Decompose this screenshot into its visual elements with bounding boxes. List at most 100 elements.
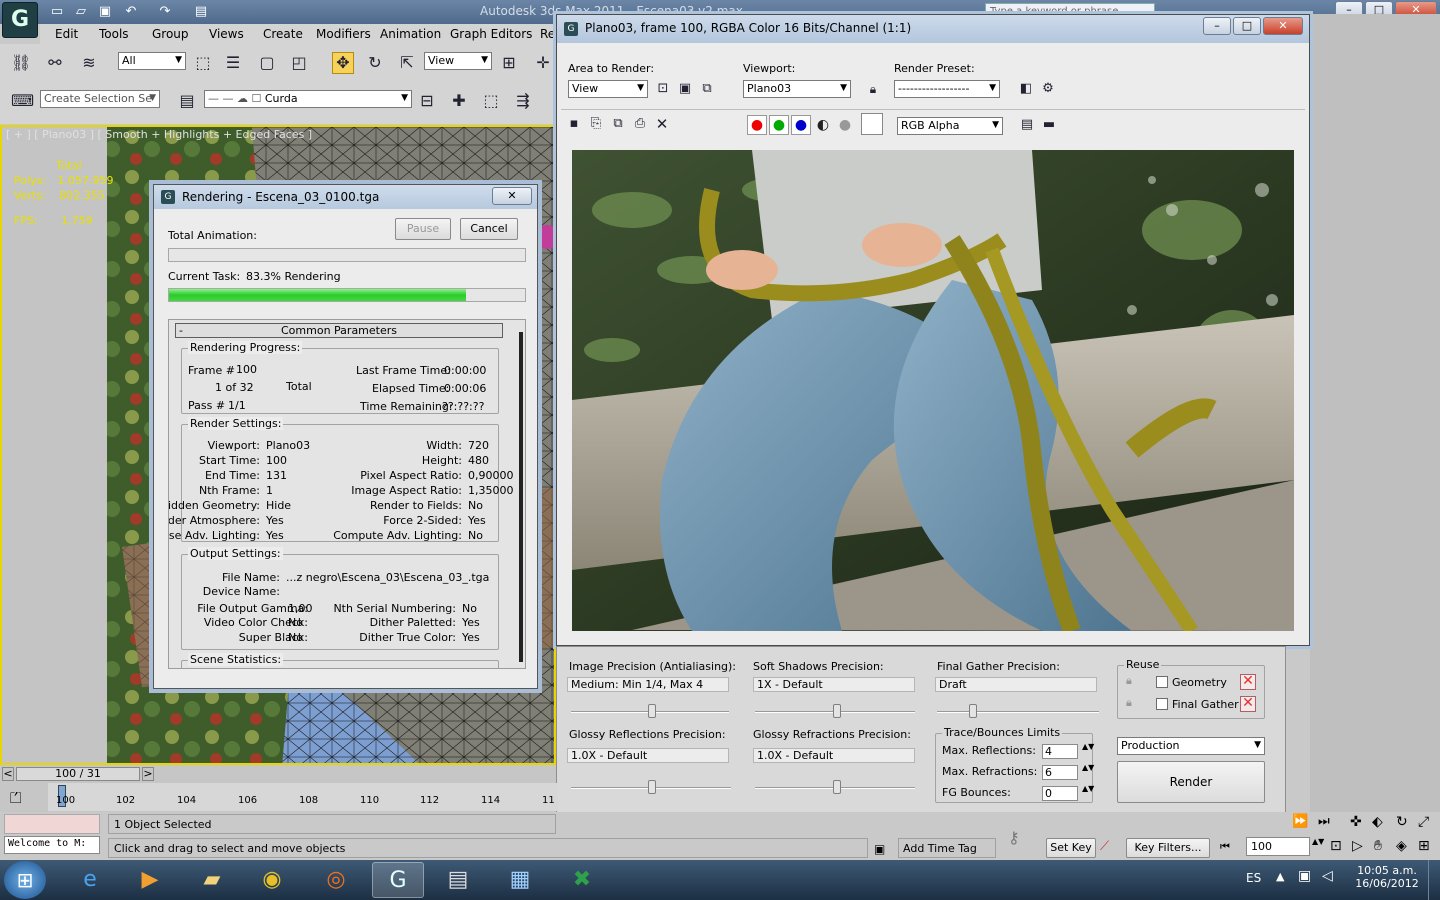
menu-create[interactable]: Create [263,27,303,41]
fg-precision-value[interactable]: Draft [935,677,1097,692]
max-reflections-input[interactable]: 4 [1042,744,1078,759]
menu-views[interactable]: Views [209,27,244,41]
alpha-channel-toggle[interactable]: ◐ [813,115,833,135]
toggle-ui-icon[interactable]: ▬ [1038,114,1060,136]
mini-curve-editor-icon[interactable]: ⏍ [10,789,21,807]
image-precision-slider[interactable] [648,704,656,718]
edit-region-icon[interactable]: ⊡ [652,78,674,100]
blue-channel-toggle[interactable]: ● [791,115,811,135]
render-preset-dropdown[interactable]: ------------------ ▼ [894,80,1000,98]
rollout-scrollbar[interactable] [519,332,523,662]
link-icon[interactable]: ⛓ [10,52,32,74]
timeline-track[interactable]: 100 102 104 106 108 110 112 114 11 [48,783,558,811]
pan-hand-icon[interactable]: ✋︎ [1374,838,1382,854]
menu-animation[interactable]: Animation [380,27,441,41]
layer-manager-icon[interactable]: ▤ [176,90,198,112]
show-desktop-button[interactable] [1428,860,1440,900]
open-file-icon[interactable]: ▱ [72,3,90,20]
volume-icon[interactable]: ◁ [1322,868,1333,884]
next-frame-icon[interactable]: ⏩ [1292,814,1308,829]
color-swatch[interactable] [861,113,883,135]
key-mode-icon[interactable]: ⟋ [1100,839,1109,854]
environment-effects-icon[interactable]: ⚙ [1037,78,1059,100]
go-to-end-icon[interactable]: ⏭ [1318,814,1330,829]
frame-minimize-button[interactable]: – [1203,17,1231,35]
lock-geometry-icon[interactable]: 🔒︎ [1126,674,1132,688]
copy-image-icon[interactable]: ⎘ [585,113,607,135]
render-setup-icon[interactable]: ◧ [1015,78,1037,100]
maximize-viewport-icon[interactable]: ⤢ [1418,814,1429,830]
viewport-dropdown[interactable]: Plano03 ▼ [743,80,851,98]
fg-bounces-input[interactable]: 0 [1042,786,1078,801]
bind-space-warp-icon[interactable]: ≋ [78,52,100,74]
undo-icon[interactable]: ↶ [122,3,140,20]
clear-final-gather-icon[interactable]: ✕ [1240,696,1256,712]
clear-geometry-icon[interactable]: ✕ [1240,674,1256,690]
time-tag-icon[interactable]: ▣ [874,842,885,856]
select-move-icon[interactable]: ✥ [332,52,354,74]
tray-expand-icon[interactable]: ▲ [1276,870,1284,883]
zoom-all-icon[interactable]: ⬖ [1372,814,1383,830]
display-channel-dropdown[interactable]: RGB Alpha ▼ [897,117,1003,135]
app-logo-icon[interactable]: G [2,2,38,38]
current-frame-field[interactable]: 100 [1246,837,1310,856]
start-button[interactable]: ⊞ [4,861,46,899]
network-icon[interactable]: ▣ [1298,868,1311,884]
red-channel-toggle[interactable]: ● [747,115,767,135]
key-icon[interactable]: ⚷ [1008,828,1020,847]
toggle-ui-overlay-icon[interactable]: ▤ [1016,114,1038,136]
add-time-tag-button[interactable]: Add Time Tag [898,838,996,858]
clock[interactable]: 10:05 a.m. 16/06/2012 [1352,864,1422,890]
internet-explorer-icon[interactable]: e [64,862,116,898]
selection-filter-dropdown[interactable]: All ▼ [118,52,186,70]
maxscript-listener-pink[interactable] [4,814,100,834]
key-filters-button[interactable]: Key Filters... [1126,838,1210,858]
pivot-center-icon[interactable]: ⊞ [498,52,520,74]
menu-group[interactable]: Group [152,27,189,41]
menu-tools[interactable]: Tools [99,27,129,41]
add-to-layer-icon[interactable]: ✚ [448,90,470,112]
save-file-icon[interactable]: ▣ [96,3,114,20]
max-refractions-input[interactable]: 6 [1042,765,1078,780]
glossy-reflections-value[interactable]: 1.0X - Default [567,748,729,763]
soft-shadows-value[interactable]: 1X - Default [753,677,915,692]
keyboard-shortcut-icon[interactable]: ⌨ [10,90,34,112]
lock-viewport-icon[interactable]: 🔒︎ [862,78,884,100]
field-of-view-icon[interactable]: ▷ [1352,838,1363,854]
pause-button[interactable]: Pause [395,218,451,240]
chrome-icon[interactable]: ◉ [246,862,298,898]
menu-rendering[interactable]: Re [540,27,555,41]
frame-spinner-icon[interactable]: ▲▼ [1312,837,1324,846]
menu-graph-editors[interactable]: Graph Editors [450,27,532,41]
image-precision-value[interactable]: Medium: Min 1/4, Max 4 [567,677,729,692]
named-selection-dropdown[interactable]: Create Selection Se ▼ [40,90,160,108]
save-image-icon[interactable]: ▪ [563,113,585,135]
clear-image-icon[interactable]: ✕ [651,113,673,135]
menu-edit[interactable]: Edit [55,27,78,41]
select-in-layer-icon[interactable]: ⬚ [480,90,502,112]
media-player-icon[interactable]: ▶ [124,862,176,898]
menu-modifiers[interactable]: Modifiers [316,27,371,41]
orbit-icon[interactable]: ↻ [1396,814,1408,830]
glossy-refractions-value[interactable]: 1.0X - Default [753,748,915,763]
area-to-render-dropdown[interactable]: View ▼ [568,80,648,98]
input-language[interactable]: ES [1246,871,1261,885]
3ds-max-taskbar-icon[interactable]: G [372,862,424,898]
production-dropdown[interactable]: Production ▼ [1117,737,1265,755]
notepad-window-icon[interactable]: ▤ [432,862,484,898]
max-reflections-spinner-icon[interactable]: ▲▼ [1082,742,1094,751]
file-explorer-icon[interactable]: ▰ [186,862,238,898]
new-layer-icon[interactable]: ⊟ [416,90,438,112]
frame-maximize-button[interactable]: □ [1233,17,1261,35]
auto-region-icon[interactable]: ▣ [674,78,696,100]
glossy-reflections-slider[interactable] [648,780,656,794]
green-channel-toggle[interactable]: ● [769,115,789,135]
fg-bounces-spinner-icon[interactable]: ▲▼ [1082,784,1094,793]
rect-selection-icon[interactable]: ▢ [256,52,278,74]
monitor-app-icon[interactable]: ▦ [494,862,546,898]
monochrome-toggle[interactable]: ● [835,115,855,135]
render-button[interactable]: Render [1117,761,1265,803]
time-slider-prev-button[interactable]: < [2,767,14,781]
lock-final-gather-icon[interactable]: 🔒︎ [1126,696,1132,710]
clone-window-icon[interactable]: ⧉ [607,113,629,135]
